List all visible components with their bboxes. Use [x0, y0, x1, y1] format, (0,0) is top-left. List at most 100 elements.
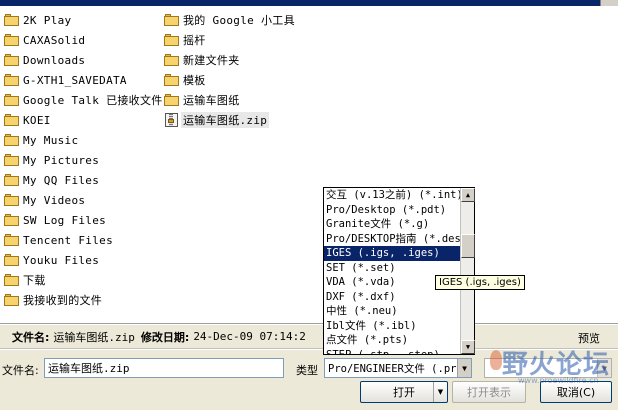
type-select[interactable]: Pro/ENGINEER文件 (.prt ▼ — [324, 358, 472, 378]
dropdown-option[interactable]: Granite文件 (*.g) — [324, 217, 460, 232]
list-item[interactable]: SW Log Files — [4, 210, 159, 230]
list-item[interactable]: KOEI — [4, 110, 159, 130]
folder-icon — [164, 94, 179, 106]
list-item[interactable]: 我接收到的文件 — [4, 290, 159, 310]
open-button[interactable]: 打开 ▼ — [360, 381, 448, 403]
cancel-button[interactable]: 取消(C) — [540, 381, 612, 403]
list-item-label: 新建文件夹 — [183, 54, 240, 67]
list-item[interactable]: 新建文件夹 — [164, 50, 324, 70]
list-item-label: My Music — [23, 133, 79, 147]
list-item[interactable]: My QQ Files — [4, 170, 159, 190]
folder-icon — [4, 274, 19, 286]
list-item[interactable]: 2K Play — [4, 10, 159, 30]
list-item[interactable]: My Music — [4, 130, 159, 150]
folder-icon — [4, 54, 19, 66]
info-filename-label: 文件名: — [12, 330, 50, 344]
filename-field-label: 文件名: — [2, 364, 39, 377]
list-item[interactable]: 模板 — [164, 70, 324, 90]
zip-archive-icon — [165, 113, 178, 127]
folder-icon — [4, 114, 19, 126]
folder-icon — [4, 194, 19, 206]
type-label: 类型 — [296, 364, 318, 377]
open-options-chevron-icon[interactable]: ▼ — [433, 382, 447, 402]
cancel-button-label: 取消(C) — [556, 386, 596, 399]
file-info-bar: 文件名: 运输车图纸.zip 修改日期: 24-Dec-09 07:14:2 预… — [0, 325, 618, 349]
list-item-label: SW Log Files — [23, 213, 107, 227]
list-item[interactable]: 运输车图纸.zip — [164, 110, 324, 130]
list-item-label: 我的 Google 小工具 — [183, 14, 295, 27]
file-list-pane[interactable]: 2K Play CAXASolid Downloads G-XTH1_SAVEDATA… — [0, 6, 618, 324]
scroll-up-icon[interactable]: ▲ — [461, 188, 475, 202]
list-item[interactable]: Google Talk 已接收文件 — [4, 90, 162, 110]
dropdown-option[interactable]: SET (*.set) — [324, 261, 460, 276]
list-item[interactable]: 摇杆 — [164, 30, 324, 50]
dropdown-option[interactable]: Ibl文件 (*.ibl) — [324, 319, 460, 334]
folder-icon — [164, 74, 179, 86]
list-item-label: CAXASolid — [23, 33, 86, 47]
list-item-label: Youku Files — [23, 253, 100, 267]
open-representation-label: 打开表示 — [467, 386, 511, 399]
list-item[interactable]: Youku Files — [4, 250, 159, 270]
list-item-label: 摇杆 — [183, 34, 206, 47]
folder-icon — [4, 14, 19, 26]
list-item[interactable]: CAXASolid — [4, 30, 159, 50]
list-item[interactable]: G-XTH1_SAVEDATA — [4, 70, 159, 90]
dropdown-option[interactable]: Pro/Desktop (*.pdt) — [324, 203, 460, 218]
list-item-label: My QQ Files — [23, 173, 100, 187]
dropdown-option[interactable]: 交互 (v.13之前) (*.int) — [324, 188, 460, 203]
type-dropdown-list[interactable]: 交互 (v.13之前) (*.int) Pro/Desktop (*.pdt) Gr… — [323, 187, 475, 355]
folder-icon — [4, 294, 19, 306]
list-item-label: 运输车图纸.zip — [181, 112, 270, 128]
chevron-down-icon[interactable]: ▼ — [597, 359, 611, 377]
dropdown-option[interactable]: 中性 (*.neu) — [324, 304, 460, 319]
folder-icon — [4, 174, 19, 186]
list-item[interactable]: 下载 — [4, 270, 159, 290]
folder-icon — [4, 94, 19, 106]
list-item-label: My Videos — [23, 193, 86, 207]
type-select-value: Pro/ENGINEER文件 (.prt — [328, 362, 457, 375]
dropdown-option[interactable]: Pro/DESKTOP指南 (*.des — [324, 232, 460, 247]
list-item-label: Downloads — [23, 53, 86, 67]
dialog-bottom-panel: 文件名: 类型 Pro/ENGINEER文件 (.prt ▼ ▼ 打开 ▼ 打开… — [0, 350, 618, 410]
dropdown-option[interactable]: IGES (.igs, .iges) — [324, 246, 460, 261]
info-modified-value: 24-Dec-09 07:14:2 — [193, 330, 306, 343]
chevron-down-icon[interactable]: ▼ — [457, 359, 471, 377]
list-item[interactable]: 我的 Google 小工具 — [164, 10, 324, 30]
folder-icon — [4, 214, 19, 226]
list-item-label: 运输车图纸 — [183, 94, 240, 107]
folder-icon — [4, 154, 19, 166]
open-button-label: 打开 — [393, 386, 415, 399]
scroll-down-icon[interactable]: ▼ — [461, 340, 475, 354]
dropdown-option[interactable]: STEP (.stp, .step) — [324, 348, 460, 355]
folder-icon — [4, 234, 19, 246]
type-options: 交互 (v.13之前) (*.int) Pro/Desktop (*.pdt) Gr… — [324, 188, 460, 354]
folder-icon — [4, 134, 19, 146]
list-item[interactable]: Downloads — [4, 50, 159, 70]
list-item[interactable]: 运输车图纸 — [164, 90, 324, 110]
list-item-label: 2K Play — [23, 13, 72, 27]
list-item-label: 模板 — [183, 74, 206, 87]
folder-icon — [164, 14, 179, 26]
list-item[interactable]: Tencent Files — [4, 230, 159, 250]
open-representation-button[interactable]: 打开表示 — [452, 381, 526, 403]
list-item-label: KOEI — [23, 113, 51, 127]
list-item-label: G-XTH1_SAVEDATA — [23, 73, 127, 87]
info-modified-label: 修改日期: — [140, 330, 190, 344]
dropdown-option[interactable]: 点文件 (*.pts) — [324, 333, 460, 348]
list-item[interactable]: My Pictures — [4, 150, 159, 170]
folder-icon — [164, 34, 179, 46]
folder-icon — [4, 34, 19, 46]
filename-field[interactable] — [44, 358, 284, 378]
file-list-column-2: 我的 Google 小工具 摇杆新建文件夹模板运输车图纸运输车图纸.zip — [164, 10, 324, 130]
dropdown-option[interactable]: DXF (*.dxf) — [324, 290, 460, 305]
list-item-label: Tencent Files — [23, 233, 113, 247]
scrollbar-thumb[interactable] — [461, 234, 475, 258]
preview-toggle[interactable]: 预览 — [578, 330, 600, 346]
info-filename-value: 运输车图纸.zip — [53, 330, 135, 344]
list-item[interactable]: My Videos — [4, 190, 159, 210]
folder-icon — [4, 74, 19, 86]
dropdown-scrollbar[interactable]: ▲ ▼ — [460, 188, 475, 354]
subtype-select[interactable]: ▼ — [484, 358, 612, 378]
file-list-column-1: 2K Play CAXASolid Downloads G-XTH1_SAVEDATA… — [4, 10, 162, 310]
list-item-label: 我接收到的文件 — [23, 294, 103, 307]
